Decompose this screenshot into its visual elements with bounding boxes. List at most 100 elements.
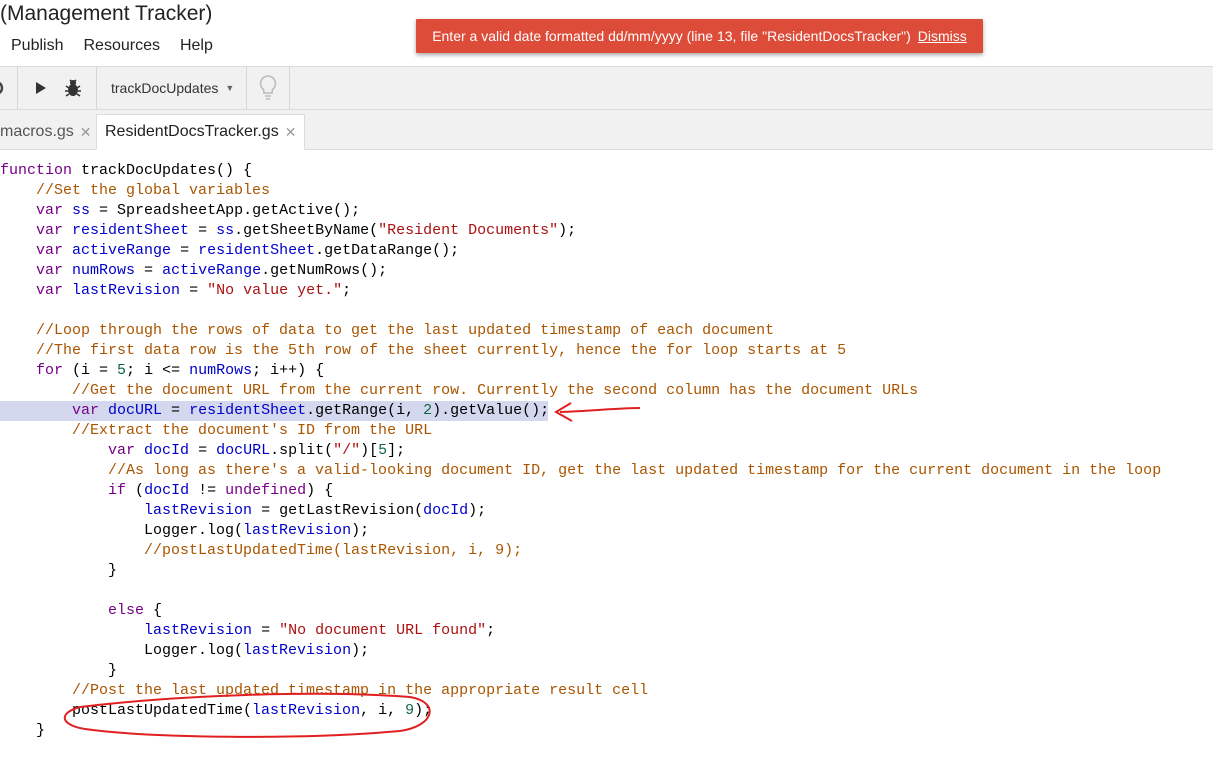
code-token: = bbox=[189, 442, 217, 459]
code-token: var bbox=[36, 282, 73, 299]
code-token: = bbox=[135, 262, 163, 279]
code-line: var numRows = activeRange.getNumRows(); bbox=[0, 261, 387, 281]
code-token: 2 bbox=[423, 402, 433, 419]
code-token: ]; bbox=[387, 442, 406, 459]
code-token: residentSheet bbox=[189, 402, 307, 419]
code-token: lastRevision bbox=[243, 642, 352, 659]
code-line: if (docId != undefined) { bbox=[0, 481, 333, 501]
code-token: ; i <= bbox=[126, 362, 190, 379]
code-token: for bbox=[36, 362, 73, 379]
code-token: } bbox=[0, 722, 46, 739]
tab-macros[interactable]: macros.gs ✕ bbox=[0, 114, 92, 150]
code-token: = bbox=[189, 222, 217, 239]
code-line: //As long as there's a valid-looking doc… bbox=[0, 461, 1161, 481]
code-line: //Loop through the rows of data to get t… bbox=[0, 321, 774, 341]
function-select-value: trackDocUpdates bbox=[111, 80, 219, 96]
code-token: ; bbox=[342, 282, 352, 299]
code-token: lastRevision bbox=[144, 502, 253, 519]
code-token: "Resident Documents" bbox=[378, 222, 559, 239]
menu-publish[interactable]: Publish bbox=[11, 37, 63, 55]
close-icon[interactable]: ✕ bbox=[80, 124, 92, 141]
menu-resources[interactable]: Resources bbox=[83, 37, 159, 55]
code-line: } bbox=[0, 661, 117, 681]
code-token: "No value yet." bbox=[207, 282, 343, 299]
code-token: numRows bbox=[189, 362, 253, 379]
code-line: Logger.log(lastRevision); bbox=[0, 521, 369, 541]
lightbulb-icon[interactable] bbox=[250, 67, 286, 109]
code-token: "/" bbox=[333, 442, 361, 459]
code-token: .getNumRows(); bbox=[261, 262, 388, 279]
code-token: ); bbox=[558, 222, 577, 239]
function-select[interactable]: trackDocUpdates ▼ bbox=[98, 67, 246, 109]
code-token: docId bbox=[423, 502, 469, 519]
code-token: .getDataRange(); bbox=[315, 242, 460, 259]
tab-resident-docs-tracker[interactable]: ResidentDocsTracker.gs ✕ bbox=[96, 114, 306, 150]
menu-bar: Publish Resources Help bbox=[11, 37, 233, 55]
tab-label: ResidentDocsTracker.gs bbox=[105, 123, 279, 140]
code-token: //Loop through the rows of data to get t… bbox=[0, 322, 775, 339]
code-token: //postLastUpdatedTime(lastRevision, i, 9… bbox=[0, 542, 523, 559]
code-token: 9 bbox=[405, 702, 415, 719]
code-token: ); bbox=[468, 502, 487, 519]
code-line: var lastRevision = "No value yet."; bbox=[0, 281, 351, 301]
code-line: lastRevision = "No document URL found"; bbox=[0, 621, 495, 641]
code-token: ); bbox=[414, 702, 433, 719]
code-token: else bbox=[108, 602, 154, 619]
code-line: var activeRange = residentSheet.getDataR… bbox=[0, 241, 459, 261]
code-token: .split( bbox=[270, 442, 334, 459]
code-token: docURL bbox=[216, 442, 271, 459]
code-token: = bbox=[180, 282, 208, 299]
code-token: = bbox=[252, 622, 280, 639]
code-token: numRows bbox=[72, 262, 136, 279]
code-token: var bbox=[36, 242, 73, 259]
code-token: "No document URL found" bbox=[279, 622, 487, 639]
code-line: //Extract the document's ID from the URL bbox=[0, 421, 432, 441]
code-token: != bbox=[189, 482, 226, 499]
code-editor[interactable]: function trackDocUpdates() { //Set the g… bbox=[0, 150, 1213, 760]
code-token: Logger.log( bbox=[0, 642, 244, 659]
code-token: lastRevision bbox=[72, 282, 181, 299]
code-line: lastRevision = getLastRevision(docId); bbox=[0, 501, 486, 521]
code-token: .getRange(i, bbox=[306, 402, 424, 419]
code-token: //Post the last updated timestamp in the… bbox=[0, 682, 649, 699]
code-token: ss bbox=[72, 202, 91, 219]
code-line: var ss = SpreadsheetApp.getActive(); bbox=[0, 201, 360, 221]
code-token: { bbox=[153, 602, 163, 619]
debug-bug-icon[interactable] bbox=[58, 67, 88, 109]
code-token: docURL bbox=[108, 402, 163, 419]
code-line: var docId = docURL.split("/")[5]; bbox=[0, 441, 405, 461]
code-line: //Get the document URL from the current … bbox=[0, 381, 918, 401]
code-token: //The first data row is the 5th row of t… bbox=[0, 342, 847, 359]
code-token: = bbox=[162, 402, 190, 419]
code-token: } bbox=[0, 662, 118, 679]
run-icon[interactable] bbox=[26, 67, 56, 109]
code-line: postLastUpdatedTime(lastRevision, i, 9); bbox=[0, 701, 432, 721]
code-token: = bbox=[171, 242, 199, 259]
code-token: (i = bbox=[72, 362, 118, 379]
code-line: for (i = 5; i <= numRows; i++) { bbox=[0, 361, 324, 381]
code-token: Logger.log( bbox=[0, 522, 244, 539]
close-icon[interactable]: ✕ bbox=[285, 124, 297, 141]
code-line: var residentSheet = ss.getSheetByName("R… bbox=[0, 221, 576, 241]
code-token: = SpreadsheetApp.getActive(); bbox=[90, 202, 361, 219]
code-token: , i, bbox=[360, 702, 406, 719]
code-token: residentSheet bbox=[198, 242, 316, 259]
code-token: //Extract the document's ID from the URL bbox=[0, 422, 433, 439]
code-token: //Set the global variables bbox=[0, 182, 271, 199]
dismiss-link[interactable]: Dismiss bbox=[918, 28, 967, 44]
redo-icon[interactable] bbox=[0, 67, 14, 109]
menu-help[interactable]: Help bbox=[180, 37, 213, 55]
file-tabs: macros.gs ✕ ResidentDocsTracker.gs ✕ bbox=[0, 110, 1213, 150]
code-token: //Get the document URL from the current … bbox=[0, 382, 919, 399]
code-line: var docURL = residentSheet.getRange(i, 2… bbox=[0, 401, 549, 421]
code-token: function bbox=[0, 162, 82, 179]
code-line: //postLastUpdatedTime(lastRevision, i, 9… bbox=[0, 541, 522, 561]
code-token: lastRevision bbox=[144, 622, 253, 639]
code-token: ( bbox=[135, 482, 145, 499]
